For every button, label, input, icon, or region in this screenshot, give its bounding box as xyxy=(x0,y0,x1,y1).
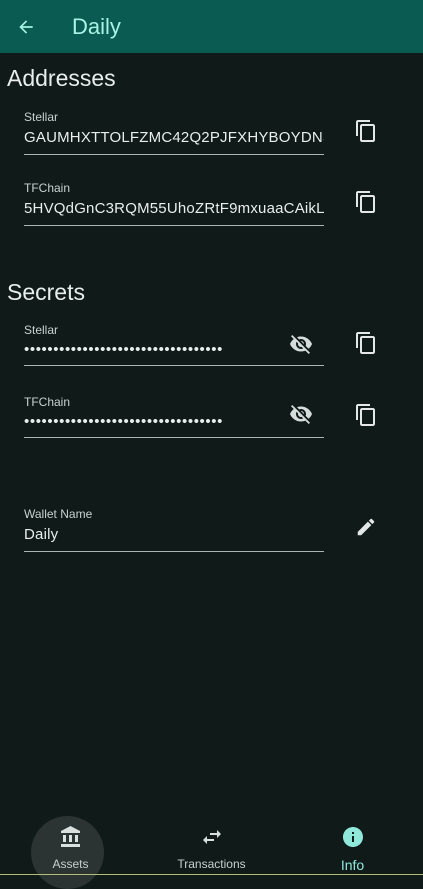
nav-label-assets: Assets xyxy=(52,857,89,871)
nav-item-transactions[interactable]: Transactions xyxy=(141,819,282,875)
edit-pencil-icon[interactable] xyxy=(352,513,380,541)
copy-tfchain-secret-icon[interactable] xyxy=(352,401,380,429)
page-title: Daily xyxy=(72,13,121,39)
stellar-address-value: GAUMHXTTOLFZMC42Q2PJFXHYBOYDNSI xyxy=(24,129,324,146)
nav-item-assets[interactable]: Assets xyxy=(0,819,141,875)
wallet-name-label: Wallet Name xyxy=(24,507,93,521)
app-bar: Daily xyxy=(0,0,423,53)
nav-item-info[interactable]: Info xyxy=(282,819,423,875)
tfchain-address-label: TFChain xyxy=(24,181,71,195)
tfchain-address-field[interactable]: TFChain 5HVQdGnC3RQM55UhoZRtF9mxuaaCAikL… xyxy=(24,181,324,226)
bottom-navigation: Assets Transactions Info xyxy=(0,819,423,875)
tfchain-secret-label: TFChain xyxy=(24,395,71,409)
bank-icon xyxy=(59,825,83,854)
nav-label-transactions: Transactions xyxy=(177,857,246,871)
stellar-secret-label: Stellar xyxy=(24,323,59,337)
copy-stellar-secret-icon[interactable] xyxy=(352,329,380,357)
stellar-address-label: Stellar xyxy=(24,110,59,124)
visibility-off-icon[interactable] xyxy=(288,331,314,357)
tfchain-secret-field[interactable]: TFChain ••••••••••••••••••••••••••••••••… xyxy=(24,395,324,438)
info-icon xyxy=(341,825,365,854)
secrets-heading: Secrets xyxy=(7,279,85,305)
tfchain-secret-masked: •••••••••••••••••••••••••••••••••• xyxy=(24,413,223,430)
back-arrow-icon[interactable] xyxy=(14,15,38,39)
wallet-name-field[interactable]: Wallet Name Daily xyxy=(24,507,324,552)
addresses-heading: Addresses xyxy=(7,65,116,91)
stellar-secret-field[interactable]: Stellar ••••••••••••••••••••••••••••••••… xyxy=(24,323,324,366)
stellar-address-field[interactable]: Stellar GAUMHXTTOLFZMC42Q2PJFXHYBOYDNSI xyxy=(24,110,324,155)
tfchain-address-value: 5HVQdGnC3RQM55UhoZRtF9mxuaaCAikLZ xyxy=(24,200,324,217)
nav-label-info: Info xyxy=(340,857,365,873)
swap-icon xyxy=(200,825,224,854)
visibility-off-icon[interactable] xyxy=(288,401,314,427)
copy-tfchain-address-icon[interactable] xyxy=(352,188,380,216)
copy-stellar-address-icon[interactable] xyxy=(352,117,380,145)
wallet-name-value: Daily xyxy=(24,526,59,543)
stellar-secret-masked: •••••••••••••••••••••••••••••••••• xyxy=(24,341,223,358)
